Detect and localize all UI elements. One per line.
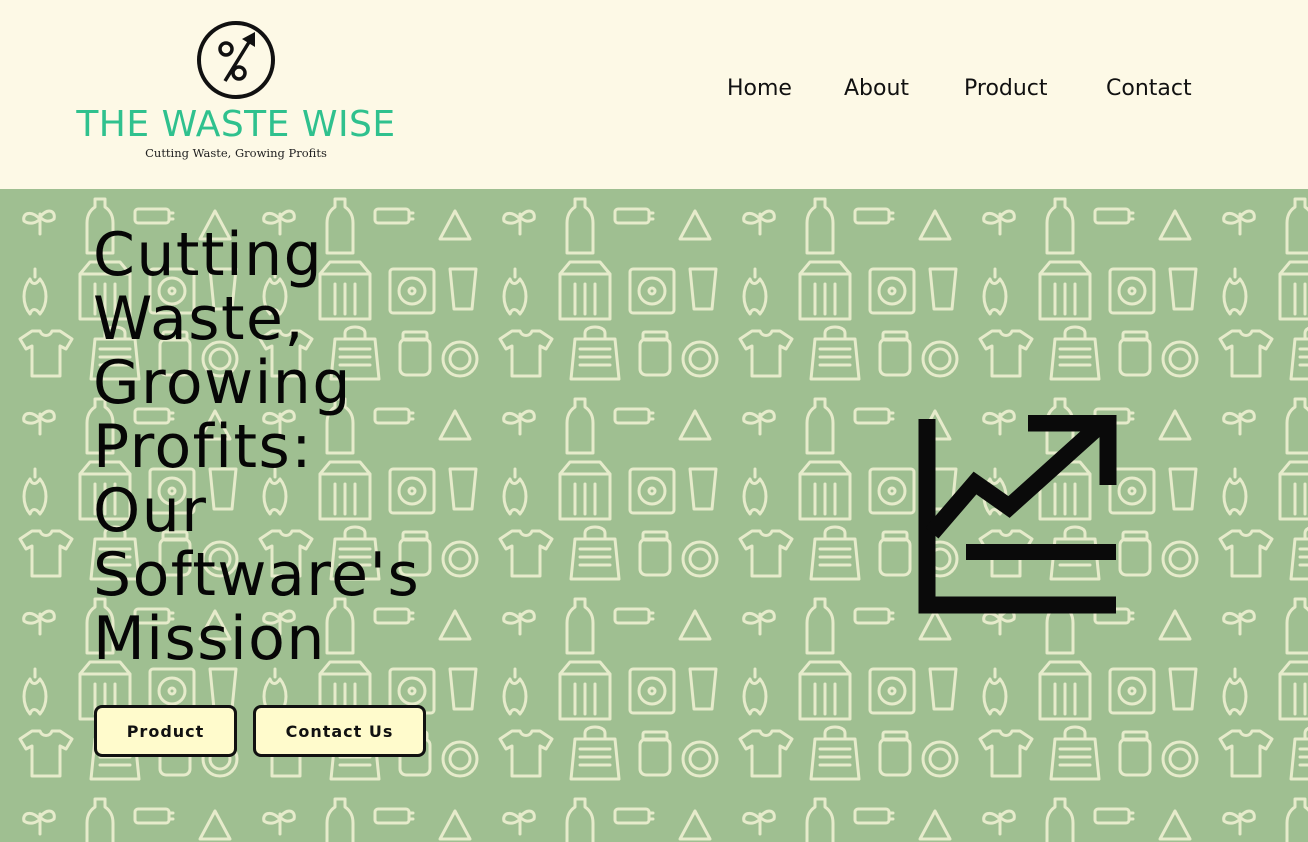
hero-title-line: Waste,	[93, 284, 306, 354]
brand-tagline: Cutting Waste, Growing Profits	[145, 146, 327, 160]
hero-title-line: Growing	[93, 348, 352, 418]
hero-title-line: Profits:	[93, 412, 313, 482]
growth-chart-icon	[918, 415, 1117, 614]
hero-title: Cutting Waste, Growing Profits: Our Soft…	[93, 223, 513, 671]
hero-title-line: Mission	[93, 604, 326, 674]
nav-about[interactable]: About	[844, 76, 909, 101]
hero-title-line: Our	[93, 476, 208, 546]
percent-growth-icon	[197, 21, 275, 99]
brand-name: THE WASTE WISE	[76, 104, 396, 145]
hero-title-line: Cutting	[93, 220, 324, 290]
contact-us-button[interactable]: Contact Us	[253, 705, 426, 757]
nav-home[interactable]: Home	[727, 76, 792, 101]
nav-product[interactable]: Product	[964, 76, 1048, 101]
hero-section: Cutting Waste, Growing Profits: Our Soft…	[0, 189, 1308, 842]
brand-logo[interactable]: THE WASTE WISE Cutting Waste, Growing Pr…	[76, 16, 396, 166]
nav-contact[interactable]: Contact	[1106, 76, 1192, 101]
site-header: THE WASTE WISE Cutting Waste, Growing Pr…	[0, 0, 1308, 189]
hero-title-line: Software's	[93, 540, 421, 610]
product-button[interactable]: Product	[94, 705, 237, 757]
